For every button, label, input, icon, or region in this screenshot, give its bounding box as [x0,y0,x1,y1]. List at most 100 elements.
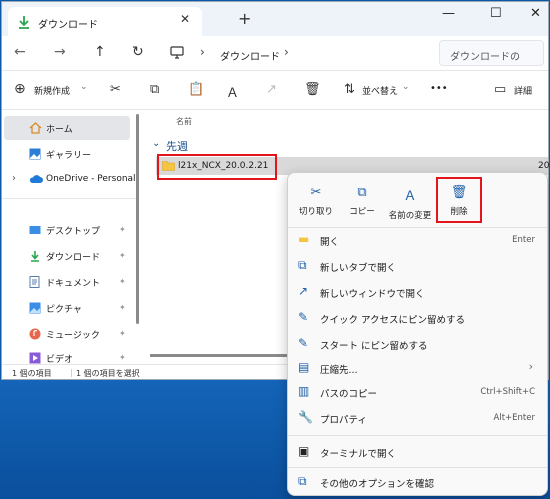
address-bar[interactable]: › ダウンロード › [162,40,430,66]
chevron-down-icon[interactable]: ⌄ [152,138,160,149]
file-date: 20 [538,161,550,171]
menu-item-pin-quick-access[interactable]: ✎ クイック アクセスにピン留めする [288,305,547,331]
sidebar-item-onedrive[interactable]: › OneDrive - Personal [2,168,138,192]
menu-item-copy-path[interactable]: ▥ パスのコピー Ctrl+Shift+C [288,379,547,405]
share-icon[interactable]: ↗ [266,82,277,97]
pin-icon: ✦ [119,353,126,362]
copy-path-icon: ▥ [298,384,310,398]
forward-button[interactable]: → [54,44,66,60]
tab-title: ダウンロード [38,20,98,31]
menu-item-pin-start[interactable]: ✎ スタート にピン留めする [288,331,547,357]
back-button[interactable]: ← [14,44,26,60]
sidebar-item-label: ピクチャ [46,305,82,315]
navigation-pane: ホーム ギャラリー › OneDrive - Personal デスクトップ ✦ [2,110,138,364]
selected-count: 1 個の項目を選択 [76,369,140,378]
item-count: 1 個の項目 [12,369,52,378]
sidebar-item-desktop[interactable]: デスクトップ ✦ [2,218,132,242]
copy-label: コピー [349,207,375,217]
cut-icon: ✂ [310,185,322,200]
wrench-icon: 🔧 [298,410,313,424]
up-button[interactable]: ↑ [94,44,106,60]
sidebar-scrollbar[interactable] [136,114,139,324]
cut-icon[interactable]: ✂ [110,82,121,97]
gallery-icon [29,148,41,163]
search-box[interactable]: ダウンロードの [439,40,544,66]
chevron-down-icon[interactable]: ⌄ [80,82,88,92]
download-icon [29,250,41,265]
maximize-button[interactable]: ☐ [490,6,502,21]
document-icon [29,276,40,291]
sidebar-item-home[interactable]: ホーム [4,116,130,140]
tab-downloads[interactable]: ダウンロード ✕ [8,7,202,36]
chevron-right-icon: › [200,45,205,59]
sidebar-item-label: ダウンロード [46,253,101,263]
menu-item-label: 開く [320,237,340,248]
sidebar-item-label: ミュージック [46,331,100,341]
pin-icon: ✦ [119,277,126,286]
desktop-icon [29,224,41,239]
minimize-button[interactable]: — [442,6,455,21]
refresh-button[interactable]: ↻ [132,44,144,60]
details-button[interactable]: 詳細 [514,84,532,97]
cut-button[interactable]: ✂ 切り取り [290,179,342,225]
sort-button[interactable]: 並べ替え [362,84,398,97]
sidebar-item-downloads[interactable]: ダウンロード ✦ [2,244,132,268]
rename-icon[interactable]: Ａ [226,82,239,101]
sidebar-item-gallery[interactable]: ギャラリー [2,142,132,166]
rename-button[interactable]: Ａ 名前の変更 [384,179,436,225]
chevron-right-icon[interactable]: › [12,173,16,184]
breadcrumb-downloads[interactable]: ダウンロード [220,48,280,63]
sidebar-item-documents[interactable]: ドキュメント ✦ [2,270,132,294]
menu-item-compress[interactable]: ▤ 圧縮先... › [288,355,547,381]
chevron-right-icon[interactable]: › [284,45,289,59]
menu-shortcut: Alt+Enter [493,413,535,423]
new-tab-button[interactable]: + [238,9,251,28]
folder-icon: ▬ [298,232,310,246]
sidebar-item-music[interactable]: ミュージック ✦ [2,322,132,346]
sidebar-item-videos[interactable]: ビデオ ✦ [2,346,132,364]
rename-label: 名前の変更 [388,211,432,221]
details-pane-icon: ▭ [494,82,507,97]
menu-item-open-new-tab[interactable]: ⧉ 新しいタブで開く [288,253,547,279]
highlight-box-file [157,154,277,180]
copy-button[interactable]: ⧉ コピー [336,179,388,225]
cut-label: 切り取り [298,207,333,217]
search-input[interactable]: ダウンロードの [450,48,540,63]
menu-item-label: 圧縮先... [320,365,358,376]
column-header-name[interactable]: 名前 [176,116,192,127]
group-header[interactable]: 先週 [166,138,188,154]
zip-icon: ▤ [298,360,310,374]
menu-item-label: 新しいウィンドウで開く [320,289,425,300]
sidebar-item-label: OneDrive - Personal [46,174,136,184]
sidebar-divider [2,198,138,199]
close-window-button[interactable]: ✕ [530,6,541,21]
menu-item-open-new-window[interactable]: ↗ 新しいウィンドウで開く [288,279,547,305]
menu-item-open[interactable]: ▬ 開く Enter [288,227,547,253]
copy-icon[interactable]: ⧉ [150,82,159,97]
menu-item-open-terminal[interactable]: ▣ ターミナルで開く [288,439,547,465]
new-tab-icon: ⧉ [298,258,307,272]
sidebar-item-label: デスクトップ [46,227,101,237]
sidebar-item-label: ドキュメント [46,279,101,289]
menu-item-more-options[interactable]: ⧉ その他のオプションを確認 [288,469,547,495]
pin-icon: ✦ [119,225,126,234]
sidebar-item-label: ビデオ [46,355,74,364]
pin-icon: ✦ [119,303,126,312]
pin-icon: ✦ [119,251,126,260]
new-window-icon: ↗ [298,284,309,298]
video-icon [29,352,41,364]
delete-icon[interactable]: 🗑 [304,82,321,97]
paste-icon[interactable]: 📋 [188,82,204,97]
chevron-down-icon[interactable]: ⌄ [402,82,410,92]
tab-close-icon[interactable]: ✕ [180,12,190,26]
more-options-icon[interactable]: ••• [430,83,448,94]
computer-icon [170,46,184,62]
status-divider: | [70,368,73,377]
menu-item-properties[interactable]: 🔧 プロパティ Alt+Enter [288,405,547,431]
sidebar-item-label: ホーム [46,125,73,135]
menu-item-label: 新しいタブで開く [320,263,397,274]
new-button[interactable]: 新規作成 [34,84,70,97]
pin-icon: ✎ [298,336,309,350]
plus-circle-icon: ⊕ [14,81,26,97]
sidebar-item-pictures[interactable]: ピクチャ ✦ [2,296,132,320]
